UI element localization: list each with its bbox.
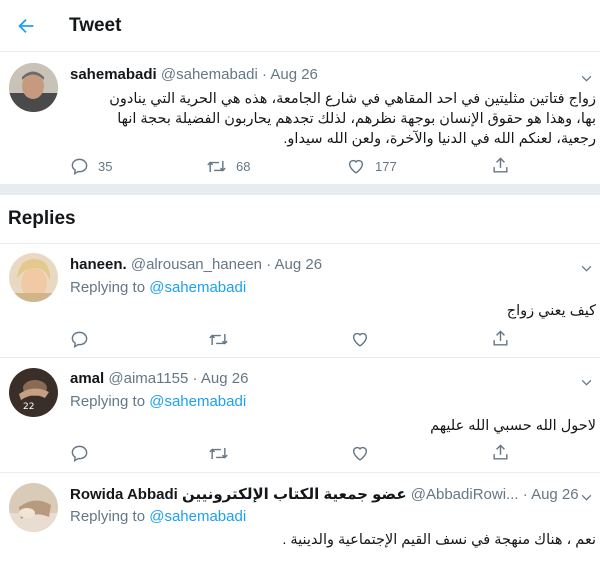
reply-menu-button[interactable] [579,490,593,504]
avatar[interactable]: 22 [9,368,58,417]
reply-header: haneen. @alrousan_haneen · Aug 26 [70,256,322,273]
retweet-icon [209,333,228,346]
author-handle[interactable]: @alrousan_haneen [131,256,262,273]
chevron-down-icon [581,75,591,82]
reply-date[interactable]: Aug 26 [275,256,323,273]
reply-button[interactable] [70,444,89,463]
avatar[interactable] [9,253,58,302]
replies-heading: Replies [8,208,76,229]
comment-icon [71,445,88,463]
avatar[interactable] [9,63,58,112]
replying-to-line: Replying to @sahemabadi [70,393,246,410]
replying-to-line: Replying to @sahemabadi [70,279,246,296]
tweet-text: زواج فتاتين مثليتين في احد المقاهي في شا… [60,89,596,149]
replying-to-line: Replying to @sahemabadi [70,508,246,525]
page-title: Tweet [69,15,122,36]
chevron-down-icon [581,379,591,386]
reply-text: نعم ، هناك منهجة في نسف القيم الإجتماعية… [282,532,596,548]
separator-dot: · [266,256,272,273]
reply-text: كيف يعني زواج [506,303,596,319]
replying-to-label: Replying to [70,393,146,410]
author-handle[interactable]: @aima1155 [108,370,188,387]
heart-icon [352,332,368,347]
comment-icon [71,331,88,349]
tweet-text-line: رجعية، لعنكم الله في الدنيا والآخرة، ولع… [283,131,596,147]
like-button[interactable] [350,330,370,349]
reply-menu-button[interactable] [579,261,593,275]
reply-count: 35 [98,159,113,174]
share-button[interactable] [491,329,510,348]
share-icon [493,444,508,460]
retweet-icon [209,447,228,460]
author-name[interactable]: Rowida Abbadi عضو جمعية الكتاب الإلكترون… [70,486,407,503]
separator-dot: · [262,66,268,83]
author-name[interactable]: haneen. [70,256,127,273]
reply-date[interactable]: Aug 26 [531,486,579,503]
separator-dot: · [192,370,198,387]
mention-link[interactable]: @sahemabadi [149,279,246,296]
reply-header: Rowida Abbadi عضو جمعية الكتاب الإلكترون… [70,485,579,503]
chevron-down-icon [581,494,591,501]
mention-link[interactable]: @sahemabadi [149,393,246,410]
reply-date[interactable]: Aug 26 [201,370,249,387]
main-tweet[interactable]: sahemabadi @sahemabadi · Aug 26 زواج فتا… [0,53,600,184]
back-button[interactable] [10,10,42,42]
arrow-left-icon [18,18,34,34]
author-name[interactable]: sahemabadi [70,66,157,83]
page-header: Tweet [0,0,600,52]
replying-to-label: Replying to [70,508,146,525]
retweet-button[interactable]: 68 [206,157,250,176]
reply-item[interactable]: haneen. @alrousan_haneen · Aug 26 Replyi… [0,243,600,357]
svg-text:22: 22 [23,402,34,412]
tweet-header: sahemabadi @sahemabadi · Aug 26 [70,66,318,83]
tweet-text-line: زواج فتاتين مثليتين في احد المقاهي في شا… [109,91,596,107]
chevron-down-icon [581,265,591,272]
like-button[interactable] [350,444,370,463]
author-handle[interactable]: @AbbadiRowi... [411,486,519,503]
retweet-button[interactable] [208,444,229,463]
comment-icon [71,158,88,176]
retweet-button[interactable] [208,330,229,349]
tweet-menu-button[interactable] [579,71,593,85]
share-button[interactable] [491,443,510,462]
tweet-date[interactable]: Aug 26 [270,66,318,83]
heart-icon [352,446,368,461]
author-handle[interactable]: @sahemabadi [161,66,258,83]
avatar[interactable] [9,483,58,532]
reply-button[interactable] [70,330,89,349]
share-icon [493,330,508,346]
section-divider [0,184,600,195]
separator-dot: · [522,486,528,503]
tweet-text-line: بها، وهذا هو حقوق الإنسان بوجهة نظرهم، ل… [117,111,596,127]
like-button[interactable]: 177 [346,157,397,176]
reply-text: لاحول الله حسبي الله عليهم [430,418,596,434]
like-count: 177 [375,159,397,174]
retweet-icon [207,160,226,173]
reply-button[interactable]: 35 [70,157,112,176]
share-button[interactable] [491,156,510,175]
heart-icon [348,159,364,174]
reply-menu-button[interactable] [579,375,593,389]
author-name[interactable]: amal [70,370,104,387]
reply-item[interactable]: Rowida Abbadi عضو جمعية الكتاب الإلكترون… [0,472,600,571]
mention-link[interactable]: @sahemabadi [149,508,246,525]
share-icon [493,157,508,173]
reply-header: amal @aima1155 · Aug 26 [70,370,248,387]
replying-to-label: Replying to [70,279,146,296]
reply-item[interactable]: 22 amal @aima1155 · Aug 26 Replying to @… [0,357,600,472]
retweet-count: 68 [236,159,251,174]
